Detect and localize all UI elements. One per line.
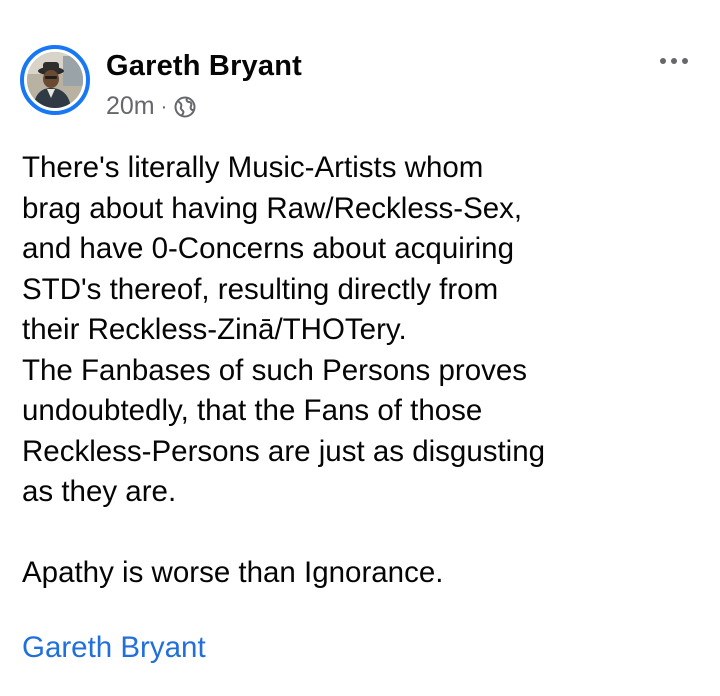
post-body-line: STD's thereof, resulting directly from: [22, 272, 499, 306]
profile-photo: [27, 52, 83, 108]
avatar[interactable]: [20, 45, 90, 115]
post-closing-line: Apathy is worse than Ignorance.: [22, 556, 444, 589]
post-body-line: as they are.: [22, 475, 177, 508]
post-body-line: their Reckless-Zinā/THOTery.: [22, 313, 407, 346]
post-body-line: undoubtedly, that the Fans of those: [22, 394, 483, 427]
post-card: Gareth Bryant 20m · There's literally Mu…: [0, 0, 720, 696]
post-meta: 20m ·: [106, 92, 197, 121]
post-body-line: There's literally Music-Artists whom: [22, 151, 484, 184]
post-body: There's literally Music-Artists whom bra…: [22, 148, 662, 594]
post-timestamp[interactable]: 20m: [106, 92, 155, 121]
post-body-line: and have 0-Concerns about acquiring: [22, 232, 514, 265]
more-horizontal-icon-dot: [682, 58, 688, 64]
more-options-button[interactable]: [658, 52, 690, 70]
post-body-line: brag about having Raw/Reckless-Sex,: [22, 191, 523, 225]
globe-icon[interactable]: [173, 95, 197, 119]
post-body-line: The Fanbases of such Persons proves: [22, 353, 528, 387]
more-horizontal-icon-dot: [671, 58, 677, 64]
signature-link[interactable]: Gareth Bryant: [22, 628, 206, 668]
meta-separator: ·: [160, 95, 168, 118]
more-horizontal-icon: [660, 58, 666, 64]
author-name[interactable]: Gareth Bryant: [106, 50, 302, 83]
profile-photo-graphic: [27, 52, 83, 108]
post-body-line: Reckless-Persons are just as disgusting: [22, 434, 546, 468]
globe-icon-graphic: [174, 96, 196, 117]
